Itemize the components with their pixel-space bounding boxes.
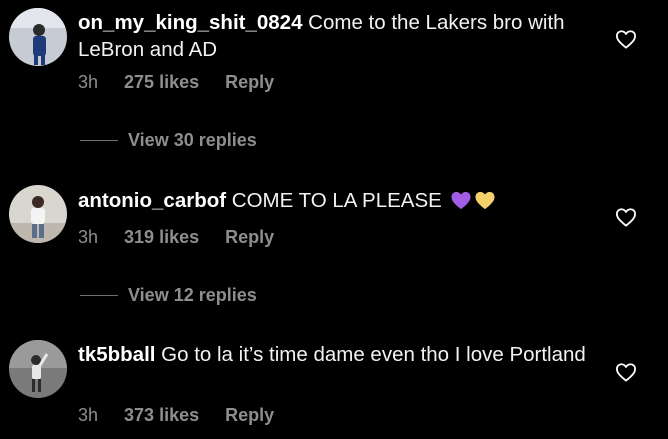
divider-line bbox=[80, 139, 118, 141]
avatar[interactable] bbox=[9, 340, 67, 398]
like-heart-icon[interactable] bbox=[615, 207, 637, 227]
view-replies-button[interactable]: View 12 replies bbox=[80, 284, 257, 306]
view-replies-button[interactable]: View 30 replies bbox=[80, 129, 257, 151]
timestamp: 3h bbox=[78, 227, 99, 247]
view-replies-label: View 12 replies bbox=[128, 284, 257, 305]
reply-button[interactable]: Reply bbox=[225, 227, 274, 248]
purple-heart-emoji-icon bbox=[450, 191, 471, 210]
comment-text: tk5bball Go to la it’s time dame even th… bbox=[78, 341, 588, 368]
comment-text: antonio_carbof COME TO LA PLEASE bbox=[78, 187, 588, 214]
like-heart-icon[interactable] bbox=[615, 362, 637, 382]
timestamp: 3h bbox=[78, 405, 99, 425]
username[interactable]: antonio_carbof bbox=[78, 189, 226, 212]
view-replies-label: View 30 replies bbox=[128, 129, 257, 150]
username[interactable]: tk5bball bbox=[78, 343, 155, 366]
username[interactable]: on_my_king_shit_0824 bbox=[78, 11, 302, 34]
comment-message: Go to la it’s time dame even tho I love … bbox=[155, 343, 586, 366]
likes-count[interactable]: 373 likes bbox=[124, 405, 199, 426]
timestamp: 3h bbox=[78, 72, 99, 92]
divider-line bbox=[80, 294, 118, 296]
avatar[interactable] bbox=[9, 8, 67, 66]
yellow-heart-emoji-icon bbox=[474, 191, 495, 210]
comment-meta: 3h 373 likes Reply bbox=[78, 405, 274, 426]
likes-count[interactable]: 275 likes bbox=[124, 72, 199, 93]
reply-button[interactable]: Reply bbox=[225, 72, 274, 93]
like-heart-icon[interactable] bbox=[615, 29, 637, 49]
comment-message: COME TO LA PLEASE bbox=[226, 189, 448, 212]
comment-meta: 3h 275 likes Reply bbox=[78, 72, 274, 93]
avatar[interactable] bbox=[9, 185, 67, 243]
comment-text: on_my_king_shit_0824 Come to the Lakers … bbox=[78, 9, 588, 63]
likes-count[interactable]: 319 likes bbox=[124, 227, 199, 248]
reply-button[interactable]: Reply bbox=[225, 405, 274, 426]
comment-meta: 3h 319 likes Reply bbox=[78, 227, 274, 248]
